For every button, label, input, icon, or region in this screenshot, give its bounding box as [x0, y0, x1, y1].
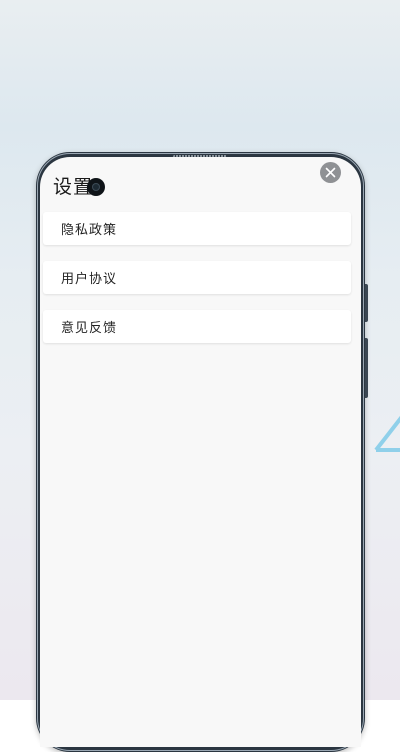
decorative-triangle — [374, 415, 400, 452]
app-screen: 设置 隐私政策 用户协议 意见反馈 — [40, 157, 361, 747]
front-camera — [87, 178, 105, 196]
power-button — [365, 338, 368, 398]
volume-button — [365, 284, 368, 322]
menu-item-feedback[interactable]: 意见反馈 — [43, 310, 351, 343]
close-icon — [325, 167, 336, 178]
menu-item-user-agreement[interactable]: 用户协议 — [43, 261, 351, 294]
menu-item-privacy-policy[interactable]: 隐私政策 — [43, 212, 351, 245]
menu-item-label: 隐私政策 — [61, 223, 118, 238]
phone-frame: 设置 隐私政策 用户协议 意见反馈 — [36, 152, 368, 752]
close-button[interactable] — [320, 162, 341, 183]
menu-item-label: 用户协议 — [61, 272, 118, 287]
menu-item-label: 意见反馈 — [61, 321, 118, 336]
